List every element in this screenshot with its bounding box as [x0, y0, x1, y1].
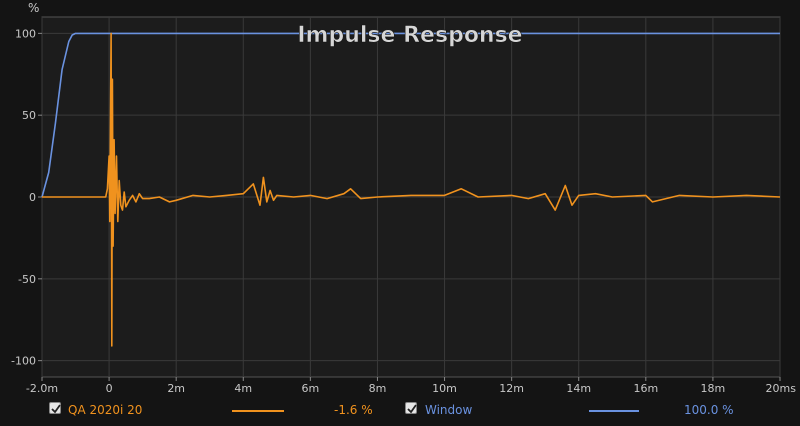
x-tick-label: 8m	[369, 382, 387, 395]
legend-swatch-window	[589, 410, 639, 412]
impulse-response-chart: 100 50 0 -50 -100 -2.0m 0 2m 4m 6m 8m 10m 12m 14m 16m…	[11, 1, 796, 395]
x-tick-label: 2m	[167, 382, 185, 395]
y-tick-label: 100	[15, 27, 36, 40]
x-tick-label: 0	[106, 382, 113, 395]
x-tick-label: 16m	[633, 382, 658, 395]
y-tick-label: 0	[29, 191, 36, 204]
legend: QA 2020i 20 -1.6 % Window 100.0 %	[0, 399, 800, 423]
y-axis-label: %	[28, 1, 39, 15]
legend-label-qa-2020i: QA 2020i 20	[68, 403, 143, 417]
qa-2020i-checkbox[interactable]	[49, 402, 61, 414]
x-tick-label: 12m	[499, 382, 524, 395]
window-checkbox[interactable]	[405, 402, 417, 414]
y-tick-label: -100	[11, 355, 36, 368]
legend-swatch-qa-2020i	[232, 410, 284, 412]
x-tick-label: -2.0m	[26, 382, 58, 395]
y-tick-label: 50	[22, 109, 36, 122]
x-tick-label: 4m	[234, 382, 252, 395]
y-axis-ticks: 100 50 0 -50 -100	[11, 27, 42, 368]
x-tick-label: 14m	[566, 382, 591, 395]
x-axis-ticks: -2.0m 0 2m 4m 6m 8m 10m 12m 14m 16m 18m 20ms	[26, 377, 796, 395]
legend-value-qa-2020i: -1.6 %	[334, 403, 373, 417]
chart-title: Impulse Response	[297, 23, 522, 48]
legend-value-window: 100.0 %	[684, 403, 734, 417]
x-tick-label: 6m	[302, 382, 320, 395]
y-tick-label: -50	[18, 273, 36, 286]
x-tick-label: 10m	[432, 382, 457, 395]
x-tick-label: 20ms	[766, 382, 797, 395]
x-tick-label: 18m	[701, 382, 726, 395]
legend-label-window: Window	[425, 403, 473, 417]
